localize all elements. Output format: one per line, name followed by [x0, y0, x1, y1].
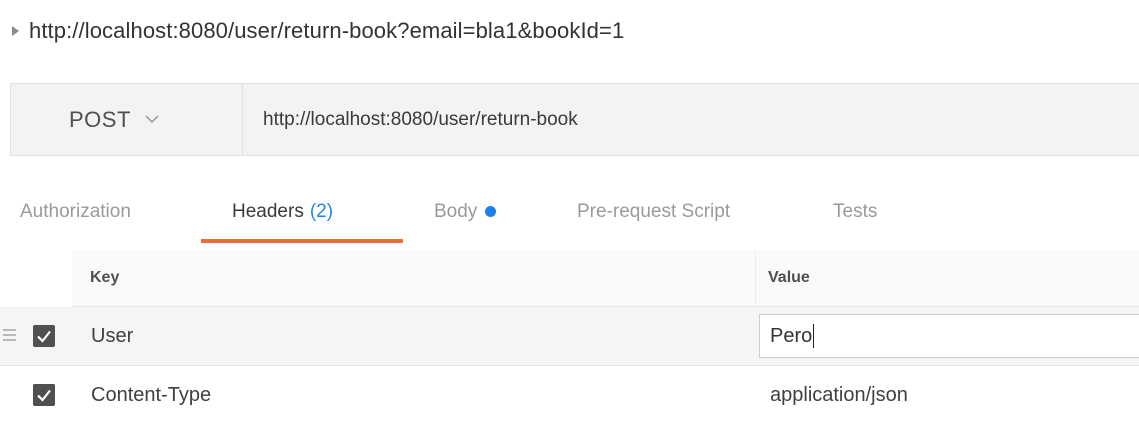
header-key-cell[interactable]: Content-Type — [91, 366, 211, 424]
method-dropdown[interactable]: POST — [11, 84, 243, 155]
method-label: POST — [69, 106, 131, 132]
tab-label: Body — [434, 200, 478, 222]
request-title: http://localhost:8080/user/return-book?e… — [29, 18, 625, 43]
tab-label: Headers — [232, 200, 304, 222]
body-indicator-dot-icon — [485, 206, 497, 217]
text-cursor — [813, 324, 815, 348]
value-header-cell — [755, 250, 1139, 307]
request-tabs: Authorization Headers (2) Body Pre-reque… — [0, 183, 1139, 243]
request-title-row[interactable]: http://localhost:8080/user/return-book?e… — [12, 14, 624, 48]
tab-tests[interactable]: Tests — [833, 183, 877, 240]
key-header-cell — [72, 250, 755, 307]
header-value-text: Pero — [770, 324, 813, 347]
tab-authorization[interactable]: Authorization — [20, 183, 131, 240]
url-text: http://localhost:8080/user/return-book — [263, 108, 578, 130]
table-row: User Pero — [0, 307, 1139, 366]
table-header-row: Key Value — [0, 250, 1139, 307]
tab-label: Pre-request Script — [577, 200, 731, 222]
tab-body[interactable]: Body — [434, 183, 497, 240]
request-bar: POST http://localhost:8080/user/return-b… — [10, 83, 1139, 156]
headers-count-badge: (2) — [309, 200, 334, 222]
tab-headers[interactable]: Headers (2) — [232, 183, 333, 240]
checkbox-checked-icon[interactable] — [33, 384, 55, 406]
header-key-cell[interactable]: User — [91, 307, 133, 365]
header-value-cell[interactable]: application/json — [770, 366, 908, 424]
url-input[interactable]: http://localhost:8080/user/return-book — [243, 84, 1139, 155]
value-column-header: Value — [768, 269, 810, 286]
key-column-header: Key — [90, 269, 120, 286]
active-tab-underline — [201, 239, 403, 243]
drag-handle-icon[interactable] — [3, 329, 16, 341]
tab-label: Tests — [833, 200, 878, 222]
expand-caret-icon[interactable] — [12, 26, 19, 36]
checkbox-checked-icon[interactable] — [33, 325, 55, 347]
tab-label: Authorization — [20, 200, 131, 222]
tab-pre-request-script[interactable]: Pre-request Script — [577, 183, 730, 240]
table-row: Content-Type application/json — [0, 366, 1139, 424]
chevron-down-icon — [145, 115, 159, 124]
header-value-input[interactable]: Pero — [759, 314, 1139, 358]
